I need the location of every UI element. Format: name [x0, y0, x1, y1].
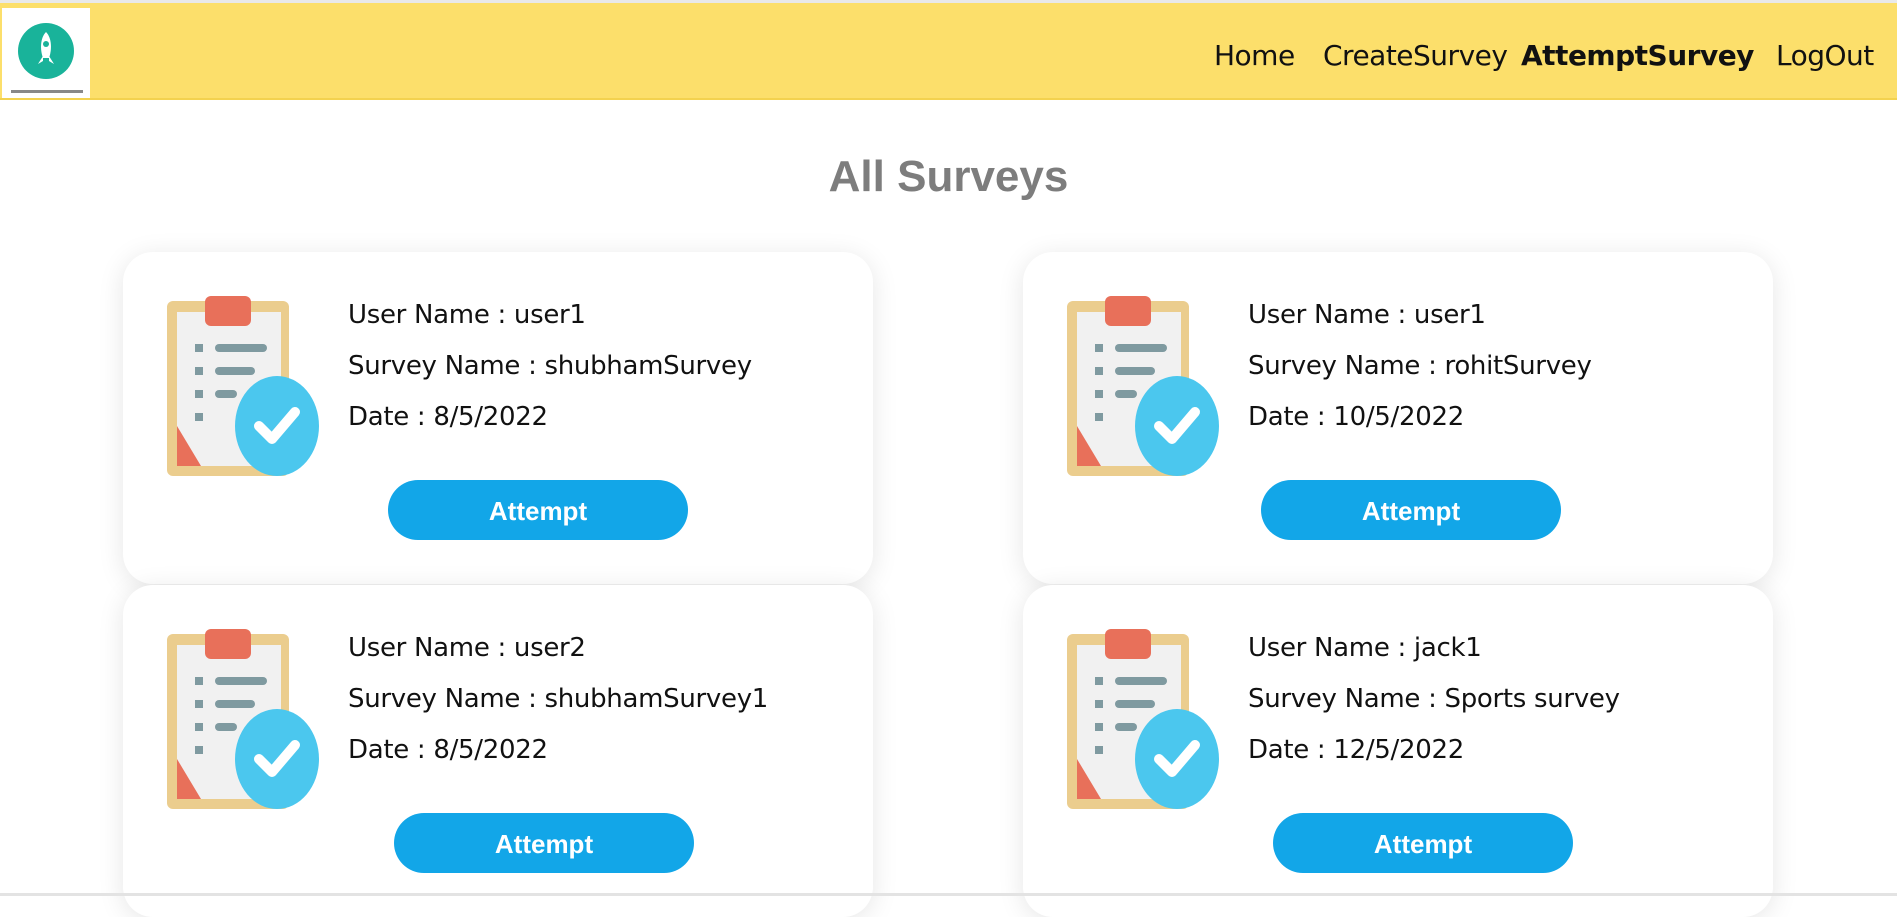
navbar: Home CreateSurvey AttemptSurvey LogOut: [0, 0, 1897, 100]
survey-name: Survey Name : shubhamSurvey: [348, 351, 752, 381]
nav-home-link[interactable]: Home: [1214, 39, 1295, 72]
survey-card: User Name : user1 Survey Name : rohitSur…: [1023, 252, 1773, 584]
nav-create-survey-link[interactable]: CreateSurvey: [1323, 39, 1508, 72]
clipboard-check-icon: [167, 629, 319, 809]
page-title: All Surveys: [828, 152, 1069, 201]
attempt-button[interactable]: Attempt: [388, 480, 688, 540]
attempt-button[interactable]: Attempt: [1273, 813, 1573, 873]
nav-attempt-survey-link[interactable]: AttemptSurvey: [1521, 39, 1754, 72]
survey-name: Survey Name : rohitSurvey: [1248, 351, 1592, 381]
survey-date: Date : 12/5/2022: [1248, 735, 1464, 765]
survey-user-name: User Name : user1: [1248, 300, 1486, 330]
survey-card: User Name : user2 Survey Name : shubhamS…: [123, 585, 873, 917]
survey-card: User Name : user1 Survey Name : shubhamS…: [123, 252, 873, 584]
nav-links: Home CreateSurvey AttemptSurvey LogOut: [0, 3, 1897, 103]
survey-name: Survey Name : Sports survey: [1248, 684, 1620, 714]
survey-date: Date : 10/5/2022: [1248, 402, 1464, 432]
clipboard-check-icon: [1067, 629, 1219, 809]
clipboard-check-icon: [167, 296, 319, 476]
attempt-button[interactable]: Attempt: [1261, 480, 1561, 540]
survey-date: Date : 8/5/2022: [348, 735, 548, 765]
survey-card: User Name : jack1 Survey Name : Sports s…: [1023, 585, 1773, 917]
survey-user-name: User Name : user2: [348, 633, 586, 663]
survey-date: Date : 8/5/2022: [348, 402, 548, 432]
attempt-button[interactable]: Attempt: [394, 813, 694, 873]
survey-user-name: User Name : user1: [348, 300, 586, 330]
survey-name: Survey Name : shubhamSurvey1: [348, 684, 769, 714]
survey-user-name: User Name : jack1: [1248, 633, 1482, 663]
clipboard-check-icon: [1067, 296, 1219, 476]
nav-logout-link[interactable]: LogOut: [1776, 39, 1874, 72]
